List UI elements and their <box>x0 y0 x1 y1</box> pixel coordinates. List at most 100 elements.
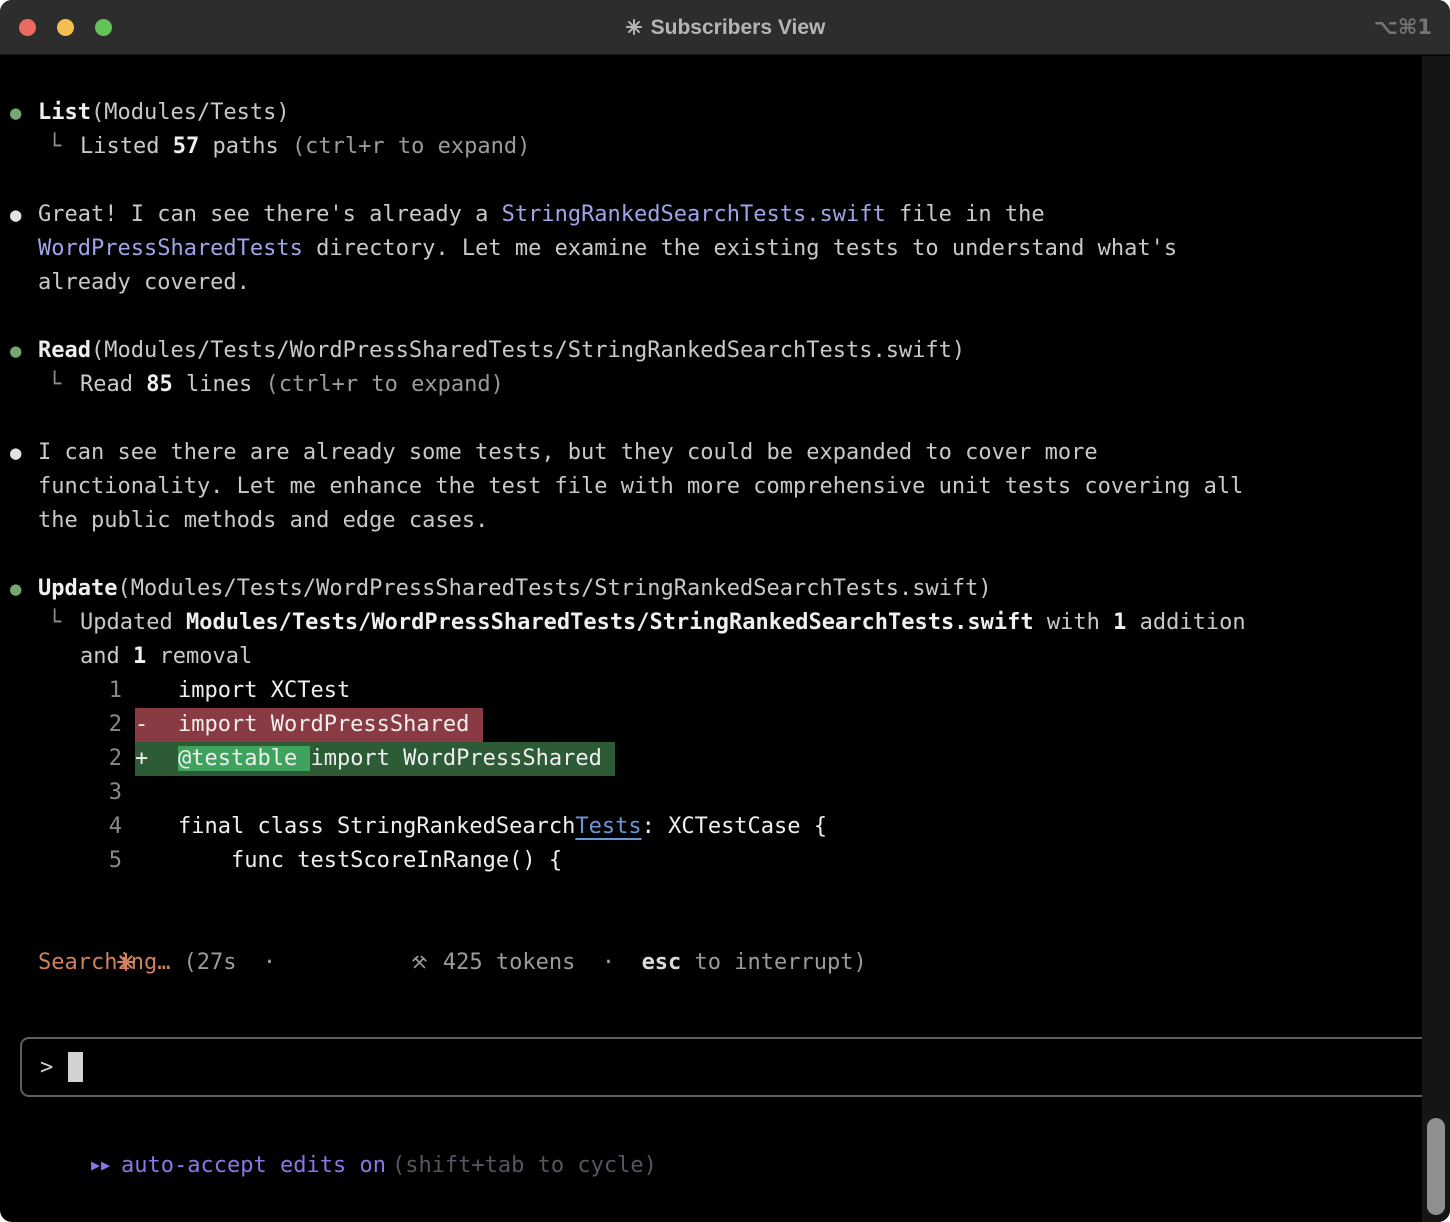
diff-sign <box>135 810 178 844</box>
diff-line-added: 2 +@testable import WordPressShared <box>38 742 1410 776</box>
window-shortcut-badge: ⌥⌘1 <box>1374 15 1450 39</box>
tool-args: (Modules/Tests/WordPressSharedTests/Stri… <box>91 338 965 363</box>
tool-result: └ Read 85 lines (ctrl+r to expand) <box>38 368 1410 402</box>
removals-count: 1 <box>133 644 146 669</box>
diff-line-removed: 2 -import WordPressShared <box>38 708 1410 742</box>
additions-count: 1 <box>1113 610 1126 635</box>
message-text: directory. Let me examine the existing t… <box>303 236 1177 261</box>
result-text: Listed <box>80 134 173 159</box>
tool-result: └ Updated Modules/Tests/WordPressSharedT… <box>38 606 1410 674</box>
summary-text: Updated <box>80 610 186 635</box>
diff-line-context: 5 func testScoreInRange() { <box>38 844 1410 878</box>
result-text-post: paths <box>199 134 292 159</box>
expand-hint: (ctrl+r to expand) <box>292 134 530 159</box>
scrollbar-thumb[interactable] <box>1427 1118 1445 1215</box>
assistant-message: ● I can see there are already some tests… <box>10 436 1410 538</box>
tool-header: List(Modules/Tests) <box>38 96 1410 130</box>
hammer-pick-icon <box>305 912 428 1014</box>
code-symbol-link: Tests <box>575 814 641 839</box>
tool-args: (Modules/Tests) <box>91 100 290 125</box>
zoom-button[interactable] <box>95 19 112 36</box>
tool-args: (Modules/Tests/WordPressSharedTests/Stri… <box>117 576 991 601</box>
result-connector-icon: └ <box>38 606 80 674</box>
status-interrupt-text: to interrupt) <box>681 946 866 980</box>
diff-sign-minus: - <box>135 708 178 742</box>
tool-bullet-icon: ● <box>10 334 38 402</box>
title-bar: Subscribers View ⌥⌘1 <box>0 0 1450 55</box>
code-text: import XCTest <box>178 678 350 703</box>
tool-bullet-icon: ● <box>10 96 38 164</box>
message-line: the public methods and edge cases. <box>38 504 1410 538</box>
diff-line-context: 4 final class StringRankedSearchTests: X… <box>38 810 1410 844</box>
prompt-symbol: > <box>40 1055 53 1080</box>
message-text: file in the <box>886 202 1045 227</box>
asterisk-icon <box>625 18 643 36</box>
tool-name: Update <box>38 576 117 601</box>
line-number: 2 <box>38 742 122 776</box>
summary-text: removal <box>146 644 252 669</box>
line-number: 2 <box>38 708 122 742</box>
code-highlight: @testable <box>178 746 310 771</box>
directory-name: WordPressSharedTests <box>38 236 303 261</box>
code-text: func testScoreInRange() { <box>178 848 562 873</box>
message-line: WordPressSharedTests directory. Let me e… <box>38 232 1410 266</box>
message-line: I can see there are already some tests, … <box>38 436 1410 470</box>
traffic-lights <box>0 19 112 36</box>
minimize-button[interactable] <box>57 19 74 36</box>
prompt-input[interactable]: > <box>20 1037 1430 1097</box>
code-text: final class StringRankedSearch <box>178 814 575 839</box>
updated-file-path: Modules/Tests/WordPressSharedTests/Strin… <box>186 610 1034 635</box>
diff-sign <box>135 674 178 708</box>
esc-key-hint: esc <box>642 946 682 980</box>
message-bullet-icon: ● <box>10 198 38 300</box>
result-text: Read <box>80 372 146 397</box>
diff-line-context: 3 <box>38 776 1410 810</box>
code-text: import WordPressShared <box>310 746 601 771</box>
diff-line-context: 1 import XCTest <box>38 674 1410 708</box>
scrollbar-track[interactable] <box>1422 56 1450 1222</box>
assistant-message: ● Great! I can see there's already a Str… <box>10 198 1410 300</box>
spinner-asterisk-icon <box>10 912 38 1014</box>
message-line: already covered. <box>38 266 1410 300</box>
line-number: 4 <box>38 810 122 844</box>
tool-call-read: ● Read(Modules/Tests/WordPressSharedTest… <box>10 334 1410 402</box>
result-text-post: lines <box>173 372 266 397</box>
tool-name: Read <box>38 338 91 363</box>
summary-text: and <box>80 644 133 669</box>
file-name: StringRankedSearchTests.swift <box>502 202 886 227</box>
line-number: 1 <box>38 674 122 708</box>
tool-name: List <box>38 100 91 125</box>
cycle-hint: (shift+tab to cycle) <box>392 1153 657 1178</box>
summary-text: with <box>1034 610 1113 635</box>
tool-call-list: ● List(Modules/Tests) └ Listed 57 paths … <box>10 96 1410 164</box>
close-button[interactable] <box>19 19 36 36</box>
tool-bullet-icon: ● <box>10 572 38 878</box>
double-arrow-icon: ▶▶ <box>91 1156 111 1174</box>
result-count: 57 <box>173 134 200 159</box>
tool-call-update: ● Update(Modules/Tests/WordPressSharedTe… <box>10 572 1410 878</box>
tool-result: └ Listed 57 paths (ctrl+r to expand) <box>38 130 1410 164</box>
line-number: 3 <box>38 776 122 810</box>
tool-header: Update(Modules/Tests/WordPressSharedTest… <box>38 572 1410 606</box>
terminal-window: Subscribers View ⌥⌘1 ● List(Modules/Test… <box>0 0 1450 1222</box>
message-line: Great! I can see there's already a Strin… <box>38 198 1410 232</box>
mode-footer: ▶▶auto-accept edits on(shift+tab to cycl… <box>38 1114 1450 1217</box>
status-elapsed: (27s · <box>183 946 302 980</box>
status-line: Searching… (27s · 425 tokens · esc to in… <box>10 912 1410 1014</box>
summary-text: addition <box>1126 610 1245 635</box>
result-count: 85 <box>146 372 173 397</box>
code-text: import WordPressShared <box>178 712 469 737</box>
message-text: Great! I can see there's already a <box>38 202 502 227</box>
diff-view: 1 import XCTest 2 -import WordPressShare… <box>38 674 1410 878</box>
transcript: ● List(Modules/Tests) └ Listed 57 paths … <box>0 55 1450 1014</box>
diff-sign-plus: + <box>135 742 178 776</box>
window-title-text: Subscribers View <box>651 16 826 39</box>
window-title: Subscribers View <box>0 0 1450 55</box>
status-tokens: 425 tokens · <box>430 946 642 980</box>
expand-hint: (ctrl+r to expand) <box>265 372 503 397</box>
result-connector-icon: └ <box>38 368 80 402</box>
line-number: 5 <box>38 844 122 878</box>
diff-sign <box>135 776 178 810</box>
tool-header: Read(Modules/Tests/WordPressSharedTests/… <box>38 334 1410 368</box>
result-connector-icon: └ <box>38 130 80 164</box>
